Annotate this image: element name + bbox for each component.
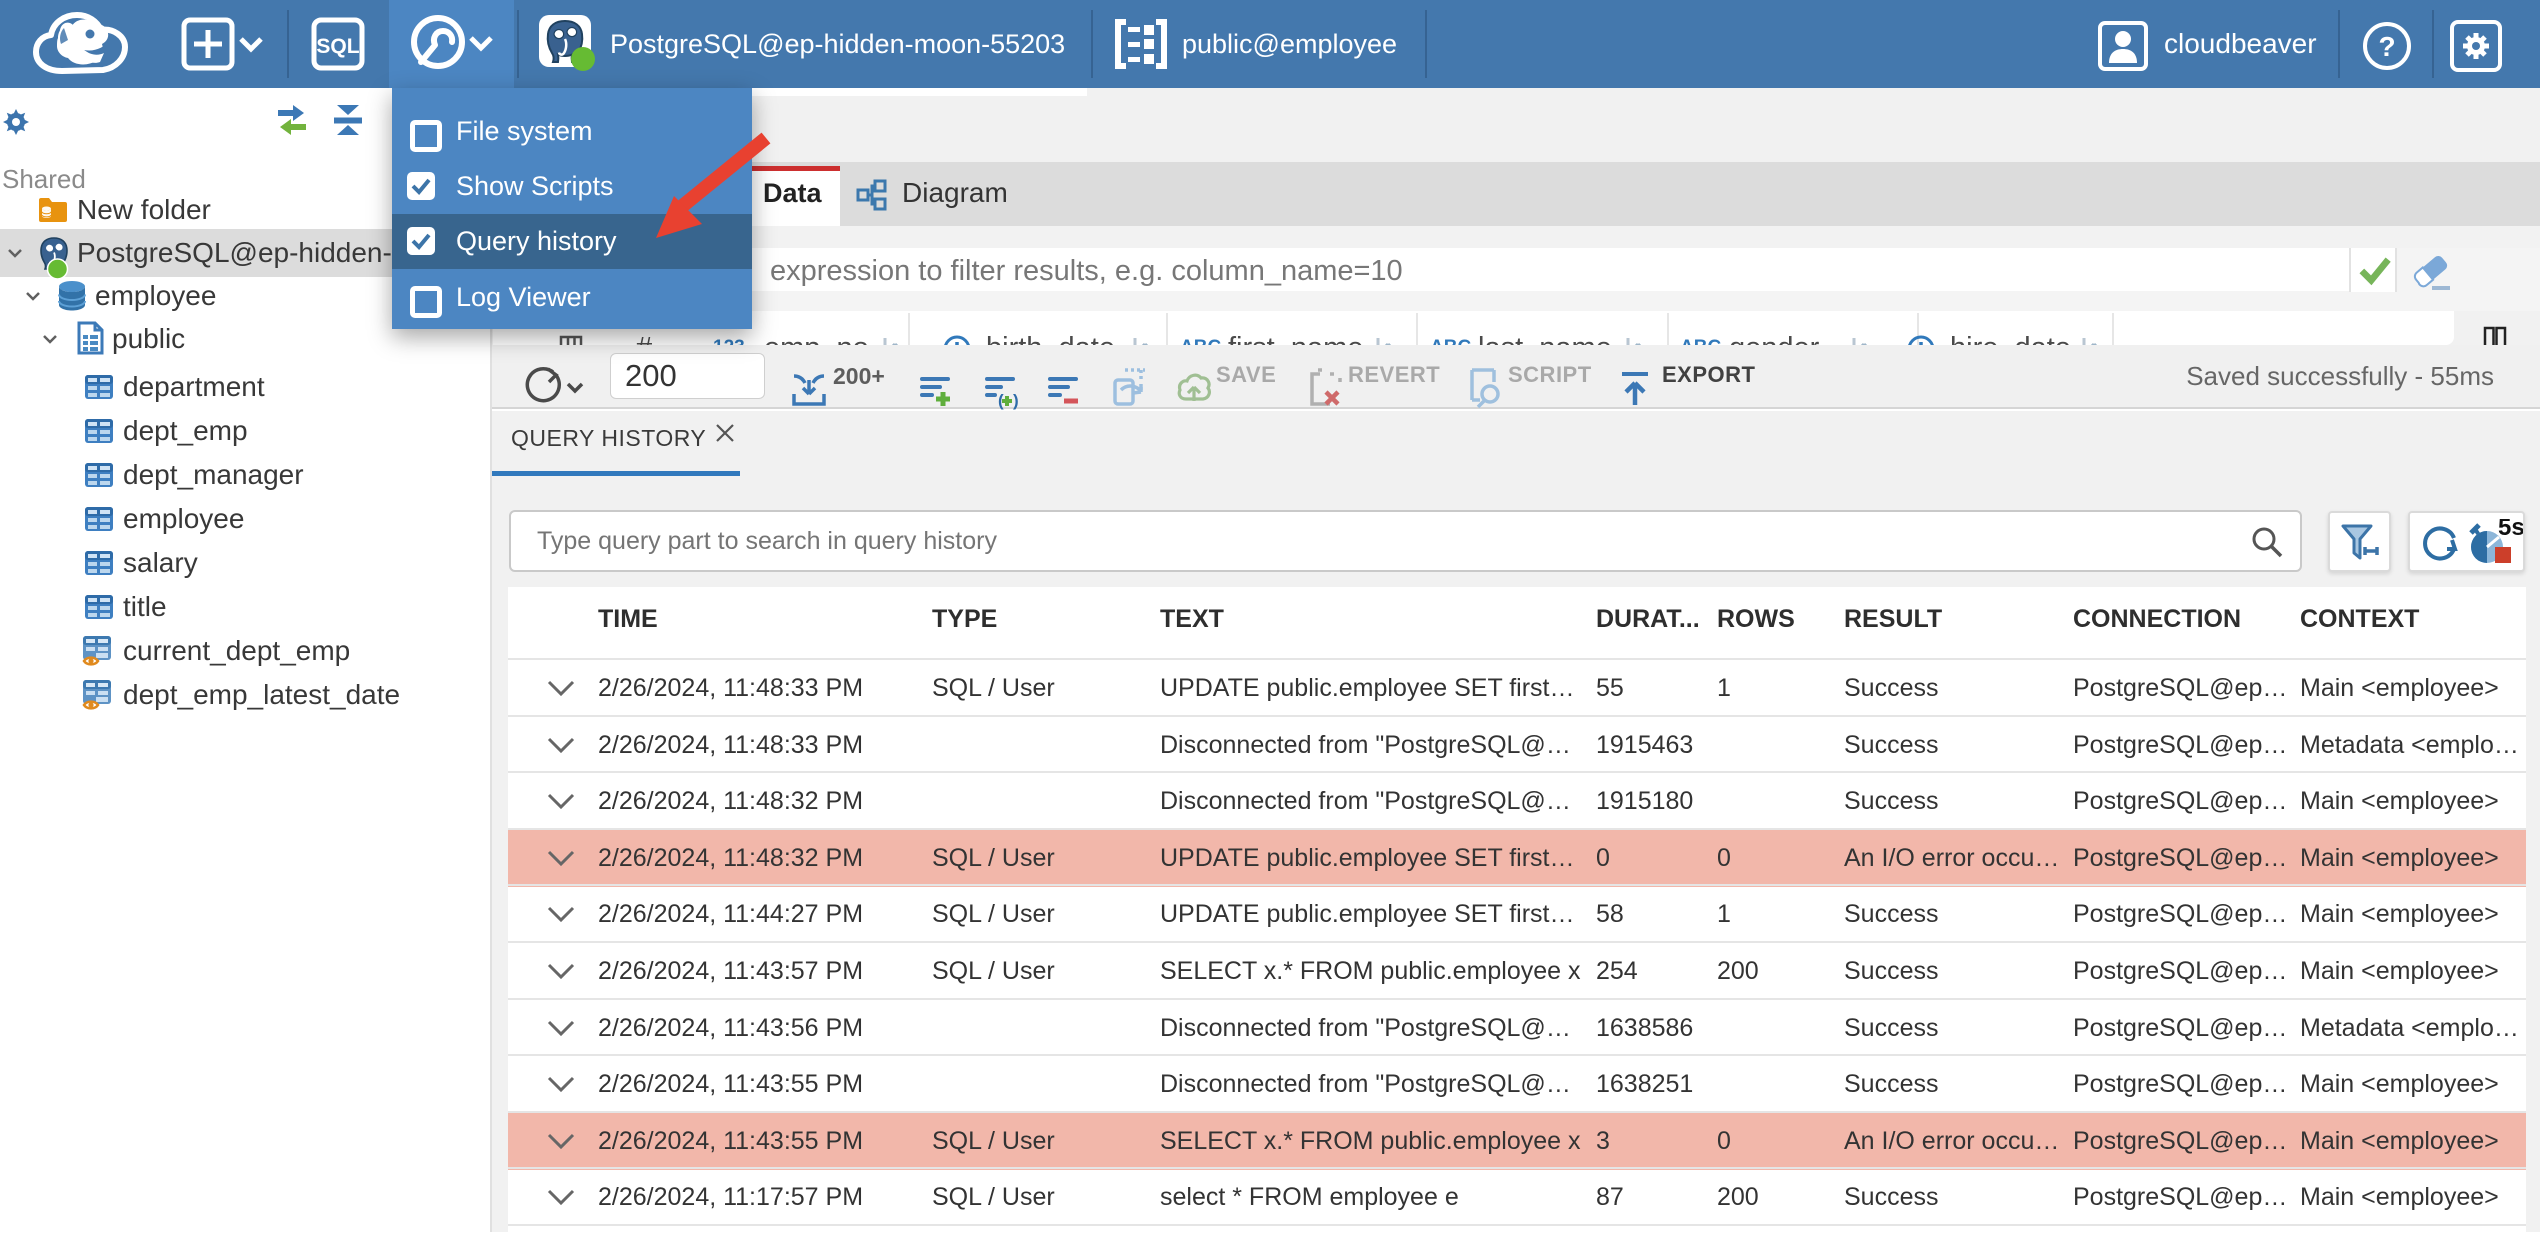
svg-text:SQL: SQL [316, 35, 359, 58]
svg-text:): ) [1013, 391, 1018, 410]
svg-text:5s: 5s [2498, 519, 2523, 541]
svg-text:?: ? [2378, 31, 2395, 62]
